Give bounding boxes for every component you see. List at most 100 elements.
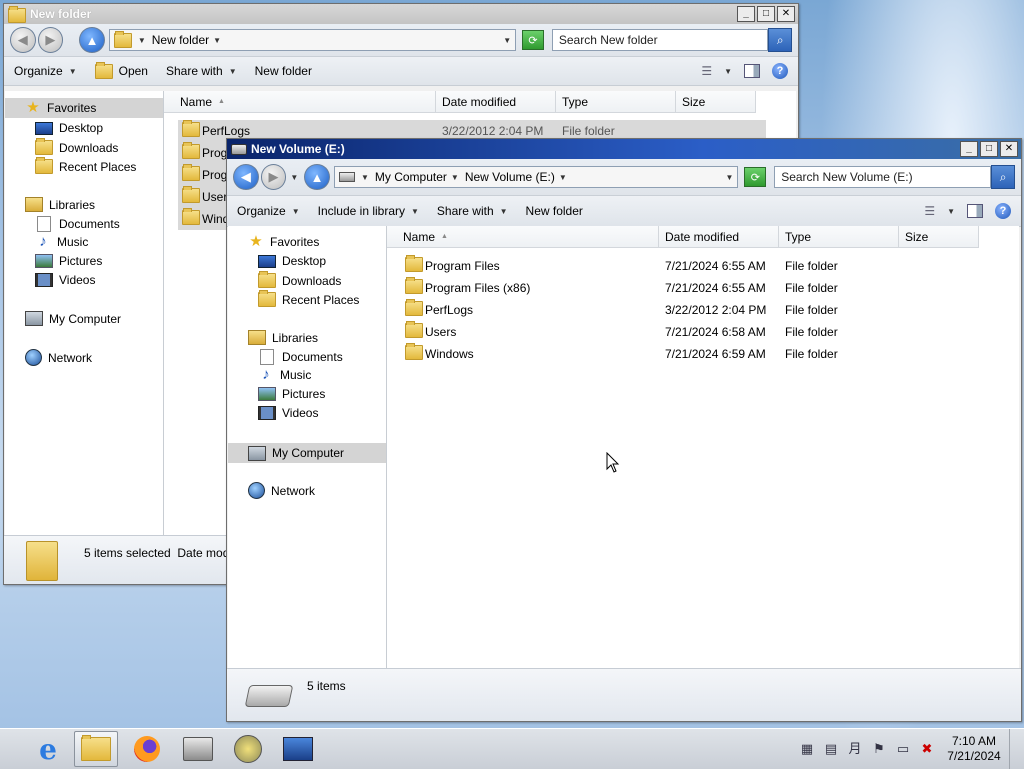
up-button[interactable]: ▲ bbox=[79, 27, 105, 53]
nav-documents[interactable]: Documents bbox=[35, 216, 120, 232]
new-folder-button[interactable]: New folder bbox=[526, 204, 583, 218]
address-path[interactable]: ▼ My Computer ▼ New Volume (E:) ▼ ▼ bbox=[333, 166, 739, 188]
refresh-button[interactable]: ⟳ bbox=[744, 167, 767, 187]
chevron-down-icon[interactable]: ▼ bbox=[361, 173, 369, 182]
taskbar-internet-explorer[interactable]: e bbox=[26, 731, 70, 767]
nav-my-computer[interactable]: My Computer bbox=[228, 443, 386, 463]
search-input[interactable]: Search New folder bbox=[551, 29, 769, 51]
share-with-button[interactable]: Share with ▼ bbox=[166, 64, 237, 78]
close-button[interactable]: ✕ bbox=[777, 6, 795, 22]
column-type[interactable]: Type bbox=[779, 226, 899, 248]
help-icon[interactable]: ? bbox=[995, 203, 1011, 219]
taskbar-server-manager[interactable] bbox=[176, 731, 220, 767]
nav-recent-places[interactable]: Recent Places bbox=[258, 290, 359, 307]
search-input[interactable]: Search New Volume (E:) bbox=[774, 166, 992, 188]
column-size[interactable]: Size bbox=[899, 226, 979, 248]
view-dropdown-icon[interactable]: ▼ bbox=[947, 207, 955, 216]
nav-videos[interactable]: Videos bbox=[258, 406, 318, 420]
input-method-icon[interactable]: ⽉ bbox=[847, 741, 863, 757]
nav-downloads[interactable]: Downloads bbox=[258, 271, 341, 288]
maximize-button[interactable]: □ bbox=[980, 141, 998, 157]
open-button[interactable]: Open bbox=[94, 61, 148, 79]
share-with-button[interactable]: Share with ▼ bbox=[437, 204, 508, 218]
nav-libraries[interactable]: Libraries bbox=[248, 330, 318, 345]
network-tray-icon[interactable]: ▭ bbox=[895, 741, 911, 757]
search-icon[interactable]: ⌕ bbox=[768, 28, 793, 52]
action-center-icon[interactable]: ▦ bbox=[799, 741, 815, 757]
file-list[interactable]: Name ▲ Date modified Type Size Program Fi… bbox=[387, 226, 1019, 668]
breadcrumb-my-computer[interactable]: My Computer ▼ bbox=[375, 170, 459, 184]
nav-my-computer[interactable]: My Computer bbox=[25, 311, 121, 326]
table-row[interactable]: Progr bbox=[178, 164, 231, 186]
taskbar-windows-explorer[interactable] bbox=[74, 731, 118, 767]
include-in-library-button[interactable]: Include in library ▼ bbox=[318, 204, 419, 218]
view-options-icon[interactable]: ☰ bbox=[701, 64, 712, 78]
view-options-icon[interactable]: ☰ bbox=[924, 204, 935, 218]
maximize-button[interactable]: □ bbox=[757, 6, 775, 22]
front-window-titlebar[interactable]: New Volume (E:) _ □ ✕ bbox=[227, 139, 1021, 159]
column-date-modified[interactable]: Date modified bbox=[659, 226, 779, 248]
close-button[interactable]: ✕ bbox=[1000, 141, 1018, 157]
breadcrumb-new-folder[interactable]: New folder ▼ bbox=[152, 33, 221, 47]
address-dropdown-icon[interactable]: ▼ bbox=[726, 173, 734, 182]
column-size[interactable]: Size bbox=[676, 91, 756, 113]
column-type[interactable]: Type bbox=[556, 91, 676, 113]
language-bar-icon[interactable]: ▤ bbox=[823, 741, 839, 757]
chevron-down-icon[interactable]: ▼ bbox=[138, 36, 146, 45]
volume-muted-icon[interactable]: ✖ bbox=[919, 741, 935, 757]
nav-recent-places[interactable]: Recent Places bbox=[35, 157, 136, 174]
nav-music[interactable]: ♪ Music bbox=[35, 234, 88, 249]
organize-button[interactable]: Organize ▼ bbox=[237, 204, 300, 218]
search-icon[interactable]: ⌕ bbox=[991, 165, 1016, 189]
breadcrumb-new-volume[interactable]: New Volume (E:) ▼ bbox=[465, 170, 567, 184]
nav-pictures[interactable]: Pictures bbox=[258, 387, 325, 401]
table-row[interactable]: PerfLogs 3/22/2012 2:04 PM File folder bbox=[401, 299, 989, 321]
back-button[interactable]: ◀ bbox=[10, 27, 36, 53]
nav-downloads[interactable]: Downloads bbox=[35, 138, 118, 155]
nav-network[interactable]: Network bbox=[25, 349, 92, 366]
nav-music[interactable]: ♪ Music bbox=[258, 367, 311, 382]
help-icon[interactable]: ? bbox=[772, 63, 788, 79]
minimize-button[interactable]: _ bbox=[737, 6, 755, 22]
front-explorer-window[interactable]: New Volume (E:) _ □ ✕ ◀ ▶ ▼ ▲ ▼ My Compu… bbox=[226, 138, 1022, 722]
table-row[interactable]: Windows 7/21/2024 6:59 AM File folder bbox=[401, 343, 989, 365]
address-dropdown-icon[interactable]: ▼ bbox=[503, 36, 511, 45]
preview-pane-icon[interactable] bbox=[967, 204, 983, 218]
organize-button[interactable]: Organize ▼ bbox=[14, 64, 77, 78]
forward-button[interactable]: ▶ bbox=[260, 164, 287, 190]
address-path[interactable]: ▼ New folder ▼ ▼ bbox=[108, 29, 517, 51]
forward-button[interactable]: ▶ bbox=[37, 27, 64, 53]
taskbar-remote-desktop[interactable] bbox=[276, 731, 320, 767]
table-row[interactable]: Windo bbox=[178, 208, 236, 230]
nav-pictures[interactable]: Pictures bbox=[35, 254, 102, 268]
table-row[interactable]: Program Files 7/21/2024 6:55 AM File fol… bbox=[401, 255, 989, 277]
refresh-button[interactable]: ⟳ bbox=[522, 30, 544, 50]
nav-desktop[interactable]: Desktop bbox=[35, 121, 103, 135]
column-name[interactable]: Name ▲ bbox=[164, 91, 436, 113]
view-dropdown-icon[interactable]: ▼ bbox=[724, 67, 732, 76]
back-button[interactable]: ◀ bbox=[233, 164, 259, 190]
new-folder-button[interactable]: New folder bbox=[255, 64, 312, 78]
column-name[interactable]: Name ▲ bbox=[387, 226, 659, 248]
back-window-titlebar[interactable]: New folder _ □ ✕ bbox=[4, 4, 798, 24]
flag-icon[interactable]: ⚑ bbox=[871, 741, 887, 757]
table-row[interactable]: Progr bbox=[178, 142, 231, 164]
nav-desktop[interactable]: Desktop bbox=[258, 254, 326, 268]
minimize-button[interactable]: _ bbox=[960, 141, 978, 157]
nav-documents[interactable]: Documents bbox=[258, 349, 343, 365]
nav-favorites[interactable]: ★ Favorites bbox=[248, 234, 319, 249]
preview-pane-icon[interactable] bbox=[744, 64, 760, 78]
table-row[interactable]: Program Files (x86) 7/21/2024 6:55 AM Fi… bbox=[401, 277, 989, 299]
taskbar-firefox[interactable] bbox=[125, 731, 169, 767]
nav-videos[interactable]: Videos bbox=[35, 273, 95, 287]
up-button[interactable]: ▲ bbox=[304, 164, 330, 190]
clock[interactable]: 7:10 AM 7/21/2024 bbox=[939, 734, 1009, 764]
table-row[interactable]: Users bbox=[178, 186, 233, 208]
nav-favorites[interactable]: ★ Favorites bbox=[5, 98, 163, 118]
nav-network[interactable]: Network bbox=[248, 482, 315, 499]
table-row[interactable]: Users 7/21/2024 6:58 AM File folder bbox=[401, 321, 989, 343]
nav-libraries[interactable]: Libraries bbox=[25, 197, 95, 212]
column-date-modified[interactable]: Date modified bbox=[436, 91, 556, 113]
show-desktop-button[interactable] bbox=[1009, 729, 1024, 769]
recent-pages-icon[interactable]: ▼ bbox=[290, 173, 298, 182]
